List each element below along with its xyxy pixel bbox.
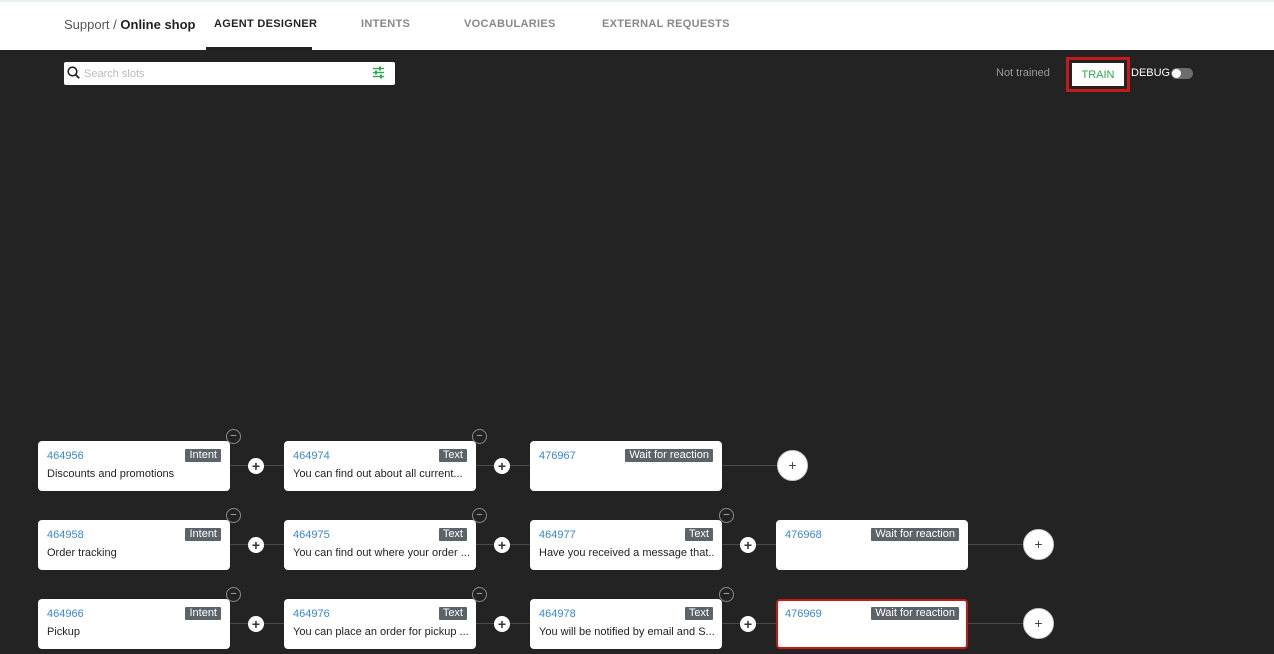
slot-id[interactable]: 476968 (785, 529, 822, 541)
slot-text: Order tracking (47, 547, 117, 559)
slot-id[interactable]: 464975 (293, 529, 330, 541)
slot-card[interactable]: 464978 Text You will be notified by emai… (530, 599, 722, 649)
slot-type-badge: Text (684, 607, 713, 620)
top-navigation-bar: Support / Online shop AGENT DESIGNER INT… (0, 0, 1274, 51)
slot-type-badge: Wait for reaction (871, 528, 959, 541)
slot-text: Have you received a message that... (539, 547, 715, 559)
slot-type-badge: Text (438, 528, 467, 541)
slot-text: Discounts and promotions (47, 468, 175, 480)
train-button[interactable]: TRAIN (1072, 63, 1124, 86)
slot-text: Pickup (47, 626, 81, 638)
breadcrumb-parent[interactable]: Support / (64, 17, 117, 32)
slot-type-badge: Intent (185, 528, 221, 541)
add-next-slot-button[interactable]: + (1023, 608, 1054, 639)
active-tab-indicator (206, 47, 312, 51)
remove-slot-button[interactable]: − (472, 587, 487, 602)
slot-card[interactable]: 464958 Intent Order tracking (38, 520, 230, 570)
tab-intents[interactable]: INTENTS (361, 18, 410, 30)
slot-id[interactable]: 476967 (539, 450, 576, 462)
add-slot-button[interactable]: + (494, 616, 510, 632)
search-icon (67, 66, 80, 84)
toggle-knob (1172, 69, 1181, 78)
add-slot-button[interactable]: + (248, 458, 264, 474)
remove-slot-button[interactable]: − (226, 587, 241, 602)
slot-text: You can find out about all current... (293, 468, 463, 480)
add-slot-button[interactable]: + (494, 458, 510, 474)
slot-id[interactable]: 464977 (539, 529, 576, 541)
slot-card[interactable]: 464956 Intent Discounts and promotions (38, 441, 230, 491)
slot-text: You can place an order for pickup ... (293, 626, 469, 638)
tab-vocabularies[interactable]: VOCABULARIES (464, 18, 556, 30)
slot-id[interactable]: 464958 (47, 529, 84, 541)
slot-text: You will be notified by email and S... (539, 626, 715, 638)
add-next-slot-button[interactable]: + (1023, 529, 1054, 560)
remove-slot-button[interactable]: − (472, 508, 487, 523)
slot-search-box (64, 62, 395, 85)
slot-card[interactable]: 476967 Wait for reaction (530, 441, 722, 491)
slot-card[interactable]: 476968 Wait for reaction (776, 520, 968, 570)
slot-type-badge: Text (684, 528, 713, 541)
tab-external-requests[interactable]: EXTERNAL REQUESTS (602, 18, 730, 30)
add-slot-button[interactable]: + (494, 537, 510, 553)
slot-id[interactable]: 464976 (293, 608, 330, 620)
breadcrumb: Support / Online shop (64, 17, 196, 32)
add-slot-button[interactable]: + (740, 616, 756, 632)
slot-card[interactable]: 464966 Intent Pickup (38, 599, 230, 649)
slot-card[interactable]: 464977 Text Have you received a message … (530, 520, 722, 570)
slot-id[interactable]: 464978 (539, 608, 576, 620)
slot-id[interactable]: 464966 (47, 608, 84, 620)
add-slot-button[interactable]: + (248, 616, 264, 632)
slot-card[interactable]: 464974 Text You can find out about all c… (284, 441, 476, 491)
slot-id[interactable]: 476969 (785, 608, 822, 620)
slot-id[interactable]: 464956 (47, 450, 84, 462)
add-slot-button[interactable]: + (740, 537, 756, 553)
remove-slot-button[interactable]: − (719, 587, 734, 602)
slot-card-selected[interactable]: 476969 Wait for reaction (776, 599, 968, 649)
debug-label: DEBUG (1131, 67, 1171, 79)
slot-type-badge: Text (438, 607, 467, 620)
training-status: Not trained (996, 67, 1050, 79)
remove-slot-button[interactable]: − (226, 508, 241, 523)
remove-slot-button[interactable]: − (226, 429, 241, 444)
slot-type-badge: Text (438, 449, 467, 462)
search-input[interactable] (82, 64, 366, 84)
breadcrumb-current: Online shop (120, 17, 196, 32)
remove-slot-button[interactable]: − (472, 429, 487, 444)
slot-type-badge: Wait for reaction (871, 607, 959, 620)
remove-slot-button[interactable]: − (719, 508, 734, 523)
slot-type-badge: Intent (185, 607, 221, 620)
train-highlight: TRAIN (1066, 57, 1130, 92)
tab-agent-designer[interactable]: AGENT DESIGNER (214, 18, 317, 30)
add-slot-button[interactable]: + (248, 537, 264, 553)
slot-id[interactable]: 464974 (293, 450, 330, 462)
slot-card[interactable]: 464975 Text You can find out where your … (284, 520, 476, 570)
slot-type-badge: Wait for reaction (625, 449, 713, 462)
slot-type-badge: Intent (185, 449, 221, 462)
add-next-slot-button[interactable]: + (777, 450, 808, 481)
slot-text: You can find out where your order ... (293, 547, 469, 559)
debug-toggle[interactable] (1171, 68, 1193, 79)
filter-sliders-icon[interactable] (372, 66, 385, 84)
slot-card[interactable]: 464976 Text You can place an order for p… (284, 599, 476, 649)
